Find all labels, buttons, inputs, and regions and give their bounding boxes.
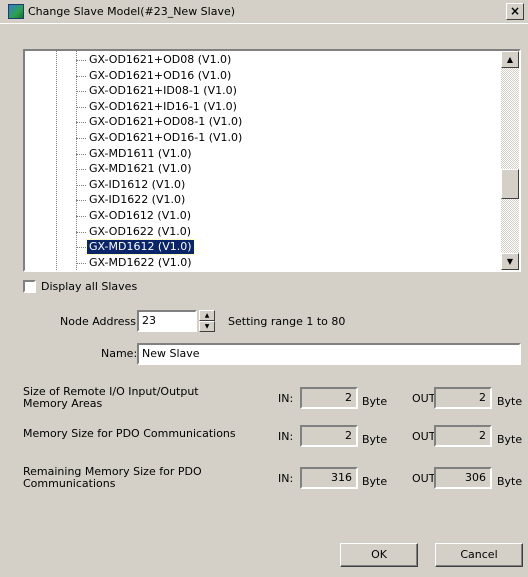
tree-item-label[interactable]: GX-OD1622 (V1.0) xyxy=(87,225,193,239)
node-address-range: Setting range 1 to 80 xyxy=(228,315,346,328)
tree-line xyxy=(76,51,77,270)
scroll-down-button[interactable]: ▼ xyxy=(501,253,519,270)
node-address-spinner[interactable]: ▲ ▼ xyxy=(199,310,215,332)
in-label: IN: xyxy=(278,472,294,485)
node-address-input[interactable]: 23 xyxy=(137,310,197,332)
name-input[interactable]: New Slave xyxy=(137,343,521,365)
out-value-box: 2 xyxy=(434,425,492,447)
ok-button[interactable]: OK xyxy=(340,543,418,567)
tree-connector xyxy=(76,122,86,124)
tree-item-label[interactable]: GX-OD1621+ID16-1 (V1.0) xyxy=(87,100,239,114)
in-unit: Byte xyxy=(362,475,388,488)
in-label: IN: xyxy=(278,392,294,405)
tree-connector xyxy=(76,200,86,202)
memory-row-label: Communications xyxy=(23,477,116,490)
tree-item-label[interactable]: GX-OD1612 (V1.0) xyxy=(87,209,193,223)
tree-connector xyxy=(76,60,86,61)
window-title: Change Slave Model(#23_New Slave) xyxy=(28,5,236,18)
close-button[interactable]: × xyxy=(506,3,524,20)
spin-up-icon[interactable]: ▲ xyxy=(199,310,215,321)
tree-connector xyxy=(76,75,86,77)
tree-connector xyxy=(76,231,86,233)
tree-item-label[interactable]: GX-ID1612 (V1.0) xyxy=(87,178,187,192)
in-label: IN: xyxy=(278,430,294,443)
out-unit: Byte xyxy=(497,475,523,488)
tree-connector xyxy=(76,91,86,93)
tree-item-label[interactable]: GX-OD1621+OD16-1 (V1.0) xyxy=(87,131,244,145)
tree-connector xyxy=(76,169,86,171)
memory-row-label: Memory Areas xyxy=(23,397,103,410)
memory-row-label: Memory Size for PDO Communications xyxy=(23,427,236,440)
in-unit: Byte xyxy=(362,395,388,408)
scroll-up-button[interactable]: ▲ xyxy=(501,51,519,68)
cancel-button[interactable]: Cancel xyxy=(435,543,523,567)
tree-connector xyxy=(76,262,86,264)
tree-scrollbar[interactable]: ▲ ▼ xyxy=(501,51,519,270)
tree-item-label[interactable]: GX-OD1621+OD08-1 (V1.0) xyxy=(87,115,244,129)
tree-connector xyxy=(76,216,86,217)
display-all-slaves-label[interactable]: Display all Slaves xyxy=(41,280,137,293)
name-label: Name: xyxy=(101,347,138,360)
spin-down-icon[interactable]: ▼ xyxy=(199,321,215,332)
out-unit: Byte xyxy=(497,395,523,408)
tree-item-label[interactable]: GX-MD1611 (V1.0) xyxy=(87,147,194,161)
tree-item-label[interactable]: GX-MD1621 (V1.0) xyxy=(87,162,194,176)
tree-connector xyxy=(76,138,86,139)
tree-item-label[interactable]: GX-OD1621+OD16 (V1.0) xyxy=(87,69,233,83)
in-value-box: 316 xyxy=(300,467,358,489)
tree-item-label[interactable]: GX-ID1622 (V1.0) xyxy=(87,193,187,207)
title-bar: Change Slave Model(#23_New Slave) × xyxy=(0,0,528,24)
tree-item-label[interactable]: GX-OD1621+OD08 (V1.0) xyxy=(87,53,233,67)
in-value-box: 2 xyxy=(300,387,358,409)
tree-item-label[interactable]: GX-MD1612 (V1.0) xyxy=(86,239,195,256)
out-value-box: 306 xyxy=(434,467,492,489)
slave-model-tree[interactable]: GX-OD1621+OD08 (V1.0) GX-OD1621+OD16 (V1.… xyxy=(23,49,521,272)
tree-connector xyxy=(76,184,86,186)
node-address-label: Node Address: xyxy=(60,315,140,328)
in-value-box: 2 xyxy=(300,425,358,447)
tree-item-label[interactable]: GX-OD1621+ID08-1 (V1.0) xyxy=(87,84,239,98)
tree-line xyxy=(56,51,57,270)
tree-connector xyxy=(76,153,86,155)
scroll-thumb[interactable] xyxy=(501,169,519,199)
tree-items: GX-OD1621+OD08 (V1.0) GX-OD1621+OD16 (V1.… xyxy=(25,51,499,270)
in-unit: Byte xyxy=(362,433,388,446)
display-all-slaves-checkbox[interactable] xyxy=(23,280,36,293)
tree-item-label[interactable]: GX-MD1622 (V1.0) xyxy=(87,256,194,270)
out-unit: Byte xyxy=(497,433,523,446)
out-value-box: 2 xyxy=(434,387,492,409)
app-icon xyxy=(8,4,24,19)
tree-connector xyxy=(76,247,86,249)
tree-connector xyxy=(76,106,86,108)
